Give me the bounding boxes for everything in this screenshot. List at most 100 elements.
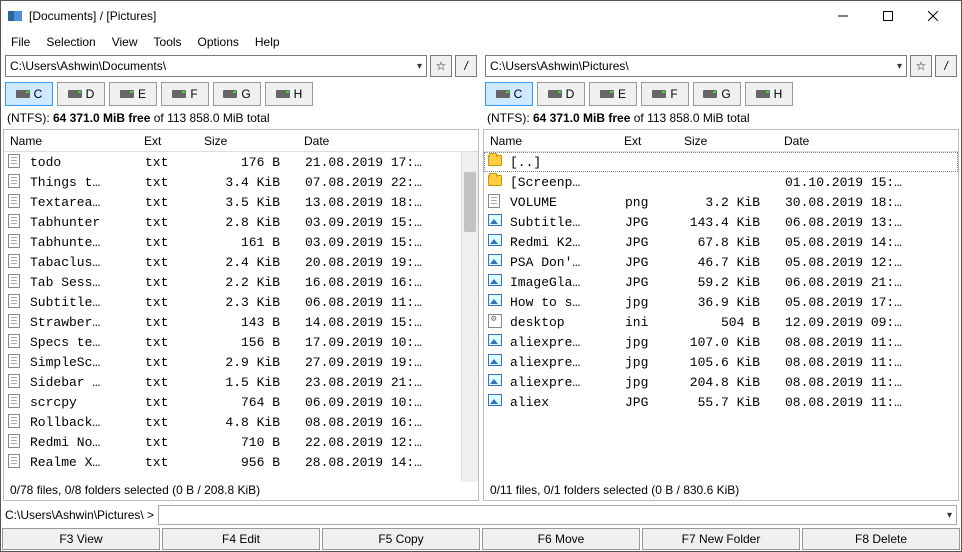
- terminal-button-left[interactable]: /: [455, 55, 477, 77]
- command-input[interactable]: ▾: [158, 505, 957, 525]
- file-row[interactable]: Redmi No…txt710 B22.08.2019 12:…: [4, 432, 478, 452]
- file-date: 05.08.2019 14:…: [785, 235, 958, 250]
- path-input-right[interactable]: C:\Users\Ashwin\Pictures\ ▾: [485, 55, 907, 77]
- file-row[interactable]: Textarea…txt3.5 KiB13.08.2019 18:…: [4, 192, 478, 212]
- file-row[interactable]: aliexpre…jpg105.6 KiB08.08.2019 11:…: [484, 352, 958, 372]
- file-row[interactable]: [..]: [484, 152, 958, 172]
- drive-button-d[interactable]: D: [57, 82, 105, 106]
- fn-key-f7[interactable]: F7 New Folder: [642, 528, 800, 550]
- col-size[interactable]: Size: [684, 134, 784, 148]
- app-icon: [7, 8, 23, 24]
- fn-key-f8[interactable]: F8 Delete: [802, 528, 960, 550]
- panes: Name Ext Size Date todotxt176 B21.08.201…: [1, 129, 961, 503]
- favorite-button-right[interactable]: ☆: [910, 55, 932, 77]
- file-row[interactable]: Rollback…txt4.8 KiB08.08.2019 16:…: [4, 412, 478, 432]
- drive-button-e[interactable]: E: [589, 82, 637, 106]
- file-row[interactable]: Subtitle…txt2.3 KiB06.08.2019 11:…: [4, 292, 478, 312]
- file-row[interactable]: Tabaclus…txt2.4 KiB20.08.2019 19:…: [4, 252, 478, 272]
- file-row[interactable]: aliexJPG55.7 KiB08.08.2019 11:…: [484, 392, 958, 412]
- drive-button-f[interactable]: F: [161, 82, 209, 106]
- menu-help[interactable]: Help: [255, 35, 280, 49]
- col-name[interactable]: Name: [4, 134, 144, 148]
- drive-button-g[interactable]: G: [213, 82, 261, 106]
- minimize-button[interactable]: [820, 1, 865, 31]
- scrollbar-left[interactable]: [461, 152, 478, 482]
- file-row[interactable]: VOLUMEpng3.2 KiB30.08.2019 18:…: [484, 192, 958, 212]
- col-size[interactable]: Size: [204, 134, 304, 148]
- file-row[interactable]: Things t…txt3.4 KiB07.08.2019 22:…: [4, 172, 478, 192]
- file-row[interactable]: todotxt176 B21.08.2019 17:…: [4, 152, 478, 172]
- file-date: 21.08.2019 17:…: [305, 155, 478, 170]
- file-name: Textarea…: [30, 195, 145, 210]
- file-date: 27.09.2019 19:…: [305, 355, 478, 370]
- file-row[interactable]: Realme X…txt956 B28.08.2019 14:…: [4, 452, 478, 472]
- file-row[interactable]: aliexpre…jpg107.0 KiB08.08.2019 11:…: [484, 332, 958, 352]
- file-date: 23.08.2019 21:…: [305, 375, 478, 390]
- file-name: aliexpre…: [510, 335, 625, 350]
- file-row[interactable]: SimpleSc…txt2.9 KiB27.09.2019 19:…: [4, 352, 478, 372]
- menu-options[interactable]: Options: [198, 35, 239, 49]
- menu-tools[interactable]: Tools: [154, 35, 182, 49]
- file-row[interactable]: Sidebar …txt1.5 KiB23.08.2019 21:…: [4, 372, 478, 392]
- file-row[interactable]: [Screenp…01.10.2019 15:…: [484, 172, 958, 192]
- drive-button-c[interactable]: C: [5, 82, 53, 106]
- drive-button-d[interactable]: D: [537, 82, 585, 106]
- file-name: Realme X…: [30, 455, 145, 470]
- drive-button-h[interactable]: H: [745, 82, 793, 106]
- file-ext: png: [625, 195, 685, 210]
- fn-key-f6[interactable]: F6 Move: [482, 528, 640, 550]
- file-row[interactable]: Tabhuntertxt2.8 KiB03.09.2019 15:…: [4, 212, 478, 232]
- path-text-left: C:\Users\Ashwin\Documents\: [10, 59, 166, 73]
- terminal-button-right[interactable]: /: [935, 55, 957, 77]
- fn-key-f4[interactable]: F4 Edit: [162, 528, 320, 550]
- file-size: 504 B: [685, 315, 785, 330]
- file-ext: txt: [145, 435, 205, 450]
- fn-key-f3[interactable]: F3 View: [2, 528, 160, 550]
- file-row[interactable]: Strawber…txt143 B14.08.2019 15:…: [4, 312, 478, 332]
- file-row[interactable]: PSA Don'…JPG46.7 KiB05.08.2019 12:…: [484, 252, 958, 272]
- file-name: Strawber…: [30, 315, 145, 330]
- file-name: desktop: [510, 315, 625, 330]
- file-row[interactable]: Tab Sess…txt2.2 KiB16.08.2019 16:…: [4, 272, 478, 292]
- file-row[interactable]: ImageGla…JPG59.2 KiB06.08.2019 21:…: [484, 272, 958, 292]
- menu-view[interactable]: View: [112, 35, 138, 49]
- file-ext: txt: [145, 155, 205, 170]
- file-date: 06.08.2019 21:…: [785, 275, 958, 290]
- col-name[interactable]: Name: [484, 134, 624, 148]
- list-body-left[interactable]: todotxt176 B21.08.2019 17:…Things t…txt3…: [4, 152, 478, 482]
- col-ext[interactable]: Ext: [624, 134, 684, 148]
- folder-icon: [488, 174, 504, 190]
- drive-button-c[interactable]: C: [485, 82, 533, 106]
- fn-key-f5[interactable]: F5 Copy: [322, 528, 480, 550]
- file-row[interactable]: desktopini504 B12.09.2019 09:…: [484, 312, 958, 332]
- menu-selection[interactable]: Selection: [46, 35, 95, 49]
- col-ext[interactable]: Ext: [144, 134, 204, 148]
- file-row[interactable]: Tabhunte…txt161 B03.09.2019 15:…: [4, 232, 478, 252]
- drive-button-g[interactable]: G: [693, 82, 741, 106]
- file-row[interactable]: Specs te…txt156 B17.09.2019 10:…: [4, 332, 478, 352]
- close-button[interactable]: [910, 1, 955, 31]
- file-row[interactable]: aliexpre…jpg204.8 KiB08.08.2019 11:…: [484, 372, 958, 392]
- col-date[interactable]: Date: [784, 134, 958, 148]
- menu-file[interactable]: File: [11, 35, 30, 49]
- file-size: 2.3 KiB: [205, 295, 305, 310]
- drive-icon: [548, 90, 562, 98]
- drive-button-e[interactable]: E: [109, 82, 157, 106]
- file-name: ImageGla…: [510, 275, 625, 290]
- file-row[interactable]: Subtitle…JPG143.4 KiB06.08.2019 13:…: [484, 212, 958, 232]
- favorite-button-left[interactable]: ☆: [430, 55, 452, 77]
- file-row[interactable]: How to s…jpg36.9 KiB05.08.2019 17:…: [484, 292, 958, 312]
- fs-info-right: (NTFS): 64 371.0 MiB free of 113 858.0 M…: [481, 109, 961, 129]
- drive-button-h[interactable]: H: [265, 82, 313, 106]
- file-row[interactable]: Redmi K2…JPG67.8 KiB05.08.2019 14:…: [484, 232, 958, 252]
- path-text-right: C:\Users\Ashwin\Pictures\: [490, 59, 629, 73]
- maximize-button[interactable]: [865, 1, 910, 31]
- path-input-left[interactable]: C:\Users\Ashwin\Documents\ ▾: [5, 55, 427, 77]
- titlebar: [Documents] / [Pictures]: [1, 1, 961, 31]
- list-body-right[interactable]: [..][Screenp…01.10.2019 15:…VOLUMEpng3.2…: [484, 152, 958, 482]
- col-date[interactable]: Date: [304, 134, 478, 148]
- file-date: 13.08.2019 18:…: [305, 195, 478, 210]
- file-name: Tabaclus…: [30, 255, 145, 270]
- drive-button-f[interactable]: F: [641, 82, 689, 106]
- file-row[interactable]: scrcpytxt764 B06.09.2019 10:…: [4, 392, 478, 412]
